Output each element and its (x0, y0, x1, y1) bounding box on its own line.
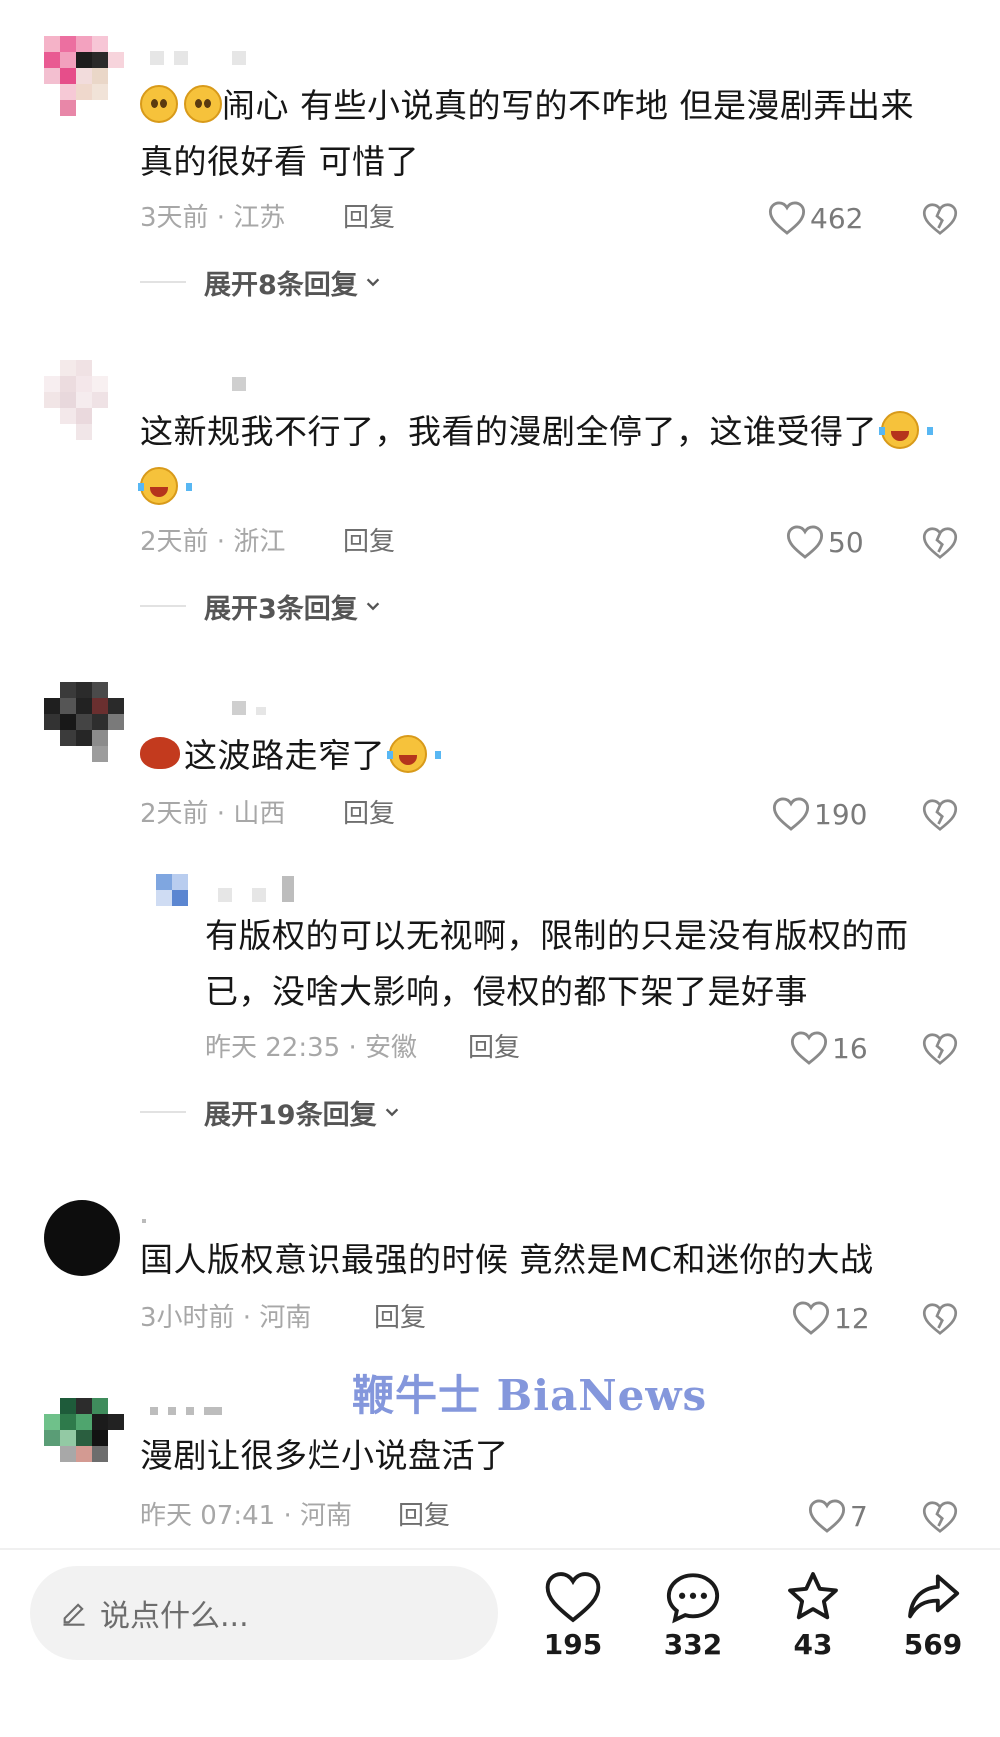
heart-icon (768, 201, 806, 235)
like-video-button[interactable]: 195 (518, 1570, 628, 1661)
reply-avatar[interactable] (156, 874, 188, 906)
like-count: 195 (543, 1628, 603, 1661)
divider (140, 1111, 186, 1113)
reply-button[interactable]: 回复 (343, 198, 395, 238)
comment-time-location: 2天前 · 山西 (140, 799, 286, 829)
comments-button[interactable]: 332 (638, 1570, 748, 1661)
reply-user-name[interactable] (218, 876, 304, 902)
comment-text: 漫剧让很多烂小说盘活了 (140, 1436, 509, 1475)
like-count: 50 (828, 525, 864, 559)
heart-icon (786, 525, 824, 559)
broken-heart-icon[interactable] (922, 1301, 958, 1337)
divider (140, 281, 186, 283)
avatar[interactable] (44, 36, 124, 116)
like-count: 7 (850, 1499, 868, 1533)
comment-input-placeholder: 说点什么... (100, 1599, 249, 1634)
like-button[interactable]: 12 (792, 1298, 870, 1338)
laughing-crying-emoji-icon (138, 467, 192, 505)
user-name[interactable] (142, 1208, 156, 1228)
crying-emoji-icon (184, 85, 222, 123)
comment-bubble-icon (666, 1573, 720, 1624)
broken-heart-icon[interactable] (922, 201, 958, 237)
favorite-button[interactable]: 43 (758, 1570, 868, 1661)
heart-icon (772, 797, 810, 831)
reply-button[interactable]: 回复 (398, 1496, 450, 1536)
like-button[interactable]: 50 (786, 522, 864, 562)
like-count: 16 (832, 1031, 868, 1065)
watermark: 鞭牛士 BiaNews (352, 1371, 708, 1420)
like-count: 12 (834, 1301, 870, 1335)
star-icon (788, 1572, 838, 1620)
like-button[interactable]: 16 (790, 1028, 868, 1068)
comment-text: 这新规我不行了，我看的漫剧全停了，这谁受得了 (138, 404, 940, 516)
sausage-emoji-icon (140, 737, 180, 769)
broken-heart-icon[interactable] (922, 1031, 958, 1067)
comment-time-location: 昨天 07:41 · 河南 (140, 1501, 352, 1531)
share-arrow-icon (908, 1574, 960, 1619)
laughing-crying-emoji-icon (879, 411, 933, 449)
broken-heart-icon[interactable] (922, 797, 958, 833)
comment-input[interactable]: 说点什么... (30, 1566, 498, 1660)
like-count: 190 (814, 797, 868, 831)
heart-icon (545, 1572, 601, 1623)
user-name[interactable] (150, 1400, 232, 1420)
user-name[interactable] (150, 50, 256, 70)
comment-time-location: 2天前 · 浙江 (140, 527, 286, 557)
user-name[interactable] (232, 700, 276, 720)
crying-emoji-icon (140, 85, 178, 123)
expand-replies-button[interactable]: 展开19条回复 (140, 1092, 401, 1132)
broken-heart-icon[interactable] (922, 1499, 958, 1535)
expand-replies-label: 展开3条回复 (204, 593, 358, 625)
divider (0, 1548, 1000, 1550)
favorite-count: 43 (793, 1628, 833, 1661)
comment-text: 闹心 有些小说真的写的不咋地 但是漫剧弄出来真的很好看 可惜了 (140, 85, 914, 181)
user-name[interactable] (232, 376, 256, 396)
laughing-crying-emoji-icon (387, 735, 441, 773)
heart-icon (790, 1031, 828, 1065)
comment-time-location: 3小时前 · 河南 (140, 1303, 312, 1333)
avatar[interactable] (44, 360, 124, 440)
broken-heart-icon[interactable] (922, 525, 958, 561)
expand-replies-label: 展开19条回复 (204, 1099, 377, 1131)
share-button[interactable]: 569 (878, 1570, 988, 1661)
reply-button[interactable]: 回复 (468, 1028, 520, 1068)
divider (140, 605, 186, 607)
comment-time-location: 3天前 · 江苏 (140, 203, 286, 233)
like-button[interactable]: 462 (768, 198, 863, 238)
reply-button[interactable]: 回复 (343, 522, 395, 562)
expand-replies-label: 展开8条回复 (204, 269, 358, 301)
reply-time-location: 昨天 22:35 · 安徽 (205, 1033, 417, 1063)
comment-text: 国人版权意识最强的时候 竟然是MC和迷你的大战 (140, 1240, 874, 1279)
like-button[interactable]: 190 (772, 794, 867, 834)
avatar[interactable] (44, 1200, 120, 1276)
reply-button[interactable]: 回复 (374, 1298, 426, 1338)
like-button[interactable]: 7 (808, 1496, 868, 1536)
avatar[interactable] (44, 1398, 124, 1478)
expand-replies-button[interactable]: 展开8条回复 (140, 262, 382, 302)
avatar[interactable] (44, 682, 124, 762)
comment-count: 332 (663, 1628, 723, 1661)
chevron-down-icon (366, 278, 380, 287)
heart-icon (808, 1499, 846, 1533)
pencil-icon (63, 1603, 85, 1626)
heart-icon (792, 1301, 830, 1335)
reply-button[interactable]: 回复 (343, 794, 395, 834)
like-count: 462 (810, 201, 864, 235)
comment-text: 这波路走窄了 (140, 728, 940, 784)
chevron-down-icon (385, 1108, 398, 1117)
share-count: 569 (903, 1628, 963, 1661)
chevron-down-icon (366, 602, 380, 611)
reply-text: 有版权的可以无视啊，限制的只是没有版权的而已，没啥大影响，侵权的都下架了是好事 (205, 916, 909, 1011)
expand-replies-button[interactable]: 展开3条回复 (140, 586, 382, 626)
